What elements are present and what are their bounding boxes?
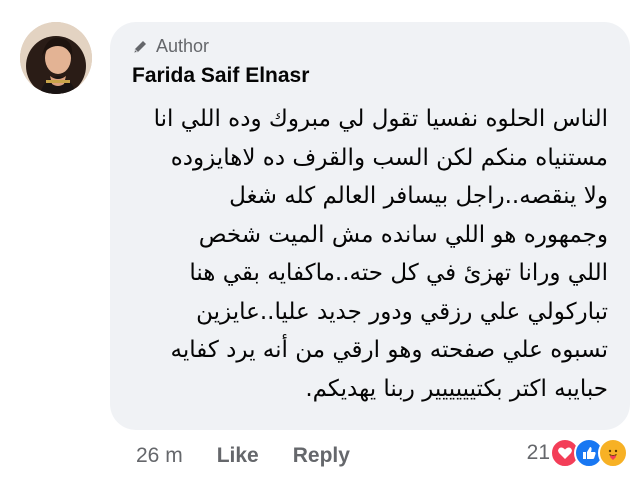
comment-line: الناس الحلوه نفسيا تقول لي مبروك وده الل… — [153, 106, 608, 132]
comment-line: مستنياه منكم لكن السب والقرف ده لاهايزود… — [170, 144, 608, 171]
reply-button[interactable]: Reply — [293, 444, 350, 468]
author-name[interactable]: Farida Saif Elnasr — [132, 64, 309, 88]
reaction-summary[interactable]: 21 — [527, 438, 628, 468]
comment-actions: 26 m Like Reply — [136, 444, 350, 468]
author-badge: Author — [132, 36, 209, 57]
comment-bubble: Author Farida Saif Elnasr الناس الحلوه ن… — [110, 22, 630, 430]
timestamp-link[interactable]: 26 m — [136, 444, 183, 468]
comment-line: اللي ورانا تهزئ في كل حته..ماكفايه بقي ه… — [189, 260, 608, 286]
like-button[interactable]: Like — [217, 444, 259, 468]
comment-text: الناس الحلوه نفسيا تقول لي مبروك وده الل… — [138, 100, 608, 408]
author-avatar[interactable] — [20, 22, 92, 94]
pencil-icon — [134, 40, 146, 53]
comment-line: حبايبه اكتر بكتيييييير ربنا يهديكم. — [305, 375, 608, 402]
author-badge-label: Author — [156, 36, 210, 56]
comment-line: تباركولي علي رزقي ودور جديد عليا..عايزين — [196, 298, 608, 325]
comment-line: وجمهوره هو اللي سانده مش الميت شخص — [198, 221, 608, 248]
reaction-count: 21 — [526, 441, 550, 464]
comment-line: ولا ينقصه..راجل بيسافر العالم كله شغل — [229, 183, 608, 209]
care-reaction-icon — [598, 438, 628, 468]
comment-line: تسبوه علي صفحته وهو ارقي من أنه يرد كفاي… — [170, 337, 608, 363]
